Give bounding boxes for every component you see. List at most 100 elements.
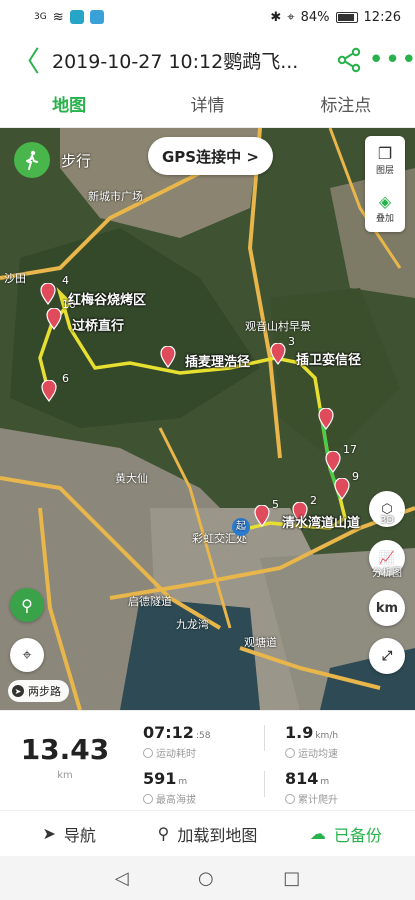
marker-number: 9 <box>352 470 359 483</box>
locate-button[interactable]: ⌖ <box>10 638 44 672</box>
stats-panel: 13.43 km 07:12:58 运动耗时 1.9 km/h 运动均速 591 m… <box>0 710 415 810</box>
marker-number: 6 <box>62 372 69 385</box>
max-altitude-label: 最高海拔 <box>156 795 196 806</box>
crosshair-icon: ⌖ <box>22 645 32 664</box>
nav-home-icon[interactable]: ○ <box>198 868 214 889</box>
overlay-icon: ◈ <box>378 191 392 211</box>
load-to-map-label: 加载到地图 <box>177 825 258 845</box>
layers-label: 图层 <box>375 165 394 176</box>
tab-details[interactable]: 详情 <box>138 86 276 127</box>
mountain-icon <box>143 794 153 804</box>
duration-stat: 07:12:58 运动耗时 <box>143 723 263 760</box>
tab-map[interactable]: 地图 <box>0 86 138 127</box>
3d-view-label: 3D <box>379 515 395 526</box>
navigate-button[interactable]: ➤ 导航 <box>0 822 138 846</box>
app-notification-icon-2 <box>89 10 104 24</box>
nav-recents-icon[interactable]: □ <box>283 868 300 889</box>
place-label: 沙田 <box>4 272 26 285</box>
ascent-label: 累计爬升 <box>298 795 338 806</box>
duration-label: 运动耗时 <box>156 749 196 760</box>
route-marker[interactable] <box>254 504 270 530</box>
pin-icon: ⚲ <box>21 595 33 615</box>
place-label: 黄大仙 <box>115 472 148 485</box>
route-marker[interactable] <box>270 342 286 368</box>
layers-icon: ❐ <box>377 143 393 163</box>
header: 〈 2019-10-27 10:12鹦鹉飞... ••• <box>0 34 415 86</box>
ascent-stat: 814 m 累计爬升 <box>285 769 405 806</box>
ascent-value: 814 <box>285 769 319 788</box>
route-marker[interactable] <box>325 450 341 476</box>
gps-status-button[interactable]: GPS连接中 > <box>148 137 273 175</box>
max-altitude-unit: m <box>178 777 188 787</box>
backup-status-button[interactable]: ☁ 已备份 <box>277 822 415 846</box>
place-label: 启德隧道 <box>128 595 172 608</box>
route-marker[interactable] <box>46 307 62 333</box>
max-altitude-stat: 591 m 最高海拔 <box>143 769 263 806</box>
start-marker: 起 <box>232 518 250 536</box>
distance-block: 13.43 km <box>0 733 130 781</box>
max-altitude-value: 591 <box>143 769 177 788</box>
wifi-icon: ≋ <box>52 9 64 25</box>
route-label-chamaili: 插麦理浩径 <box>185 355 251 370</box>
waypoint-add-button[interactable]: ⚲ <box>10 588 44 622</box>
place-label: 新城市广场 <box>88 190 143 203</box>
navigate-label: 导航 <box>63 825 96 845</box>
clock-icon <box>143 748 153 758</box>
distance-unit: km <box>57 770 73 781</box>
layer-panel: ❐ 图层 ◈ 叠加 <box>365 136 405 232</box>
road-badge: ➤ 两步路 <box>8 680 69 702</box>
marker-number: 17 <box>343 443 357 456</box>
speed-label: 运动均速 <box>298 749 338 760</box>
route-marker[interactable] <box>334 477 350 503</box>
marker-number: 4 <box>62 274 69 287</box>
road-badge-label: 两步路 <box>28 685 61 698</box>
overlay-label: 叠加 <box>375 213 394 224</box>
nav-back-icon[interactable]: ◁ <box>115 868 129 889</box>
location-icon: ⌖ <box>287 9 295 25</box>
cloud-check-icon: ☁ <box>309 824 326 843</box>
speed-value: 1.9 <box>285 723 314 742</box>
signal-indicator: 3G <box>34 12 47 22</box>
navigation-arrow-icon: ➤ <box>42 824 56 843</box>
bluetooth-icon: ✱ <box>270 9 282 25</box>
more-icon[interactable]: ••• <box>369 34 415 86</box>
duration-value: 07:12 <box>143 723 194 742</box>
fullscreen-button[interactable]: ⤢ <box>369 638 405 674</box>
tab-waypoints[interactable]: 标注点 <box>277 86 415 127</box>
overlay-button[interactable]: ◈ 叠加 <box>365 184 405 232</box>
page-title: 2019-10-27 10:12鹦鹉飞... <box>52 50 299 73</box>
backup-label: 已备份 <box>333 825 382 845</box>
system-nav-bar: ◁ ○ □ <box>0 856 415 900</box>
app-notification-icon <box>69 10 84 24</box>
route-marker[interactable] <box>41 379 57 405</box>
map-view[interactable]: 4 10 6 3 17 9 5 2 红梅谷烧烤区 过桥直行 插麦理浩径 插卫娈信… <box>0 128 415 710</box>
marker-number: 2 <box>310 494 317 507</box>
speed-unit: km/h <box>315 731 339 741</box>
route-label-chaweijiao: 插卫娈信径 <box>296 353 362 368</box>
ascent-unit: m <box>320 777 330 787</box>
route-label-guoqiao: 过桥直行 <box>72 319 125 334</box>
action-bar: ➤ 导航 ⚲ 加载到地图 ☁ 已备份 <box>0 810 415 856</box>
route-marker[interactable] <box>160 345 176 371</box>
walk-mode-icon[interactable] <box>14 142 50 178</box>
battery-icon <box>335 11 358 23</box>
place-label: 观音山村早景 <box>245 320 311 333</box>
back-icon[interactable]: 〈 <box>0 34 52 86</box>
share-icon[interactable] <box>327 34 371 86</box>
load-to-map-button[interactable]: ⚲ 加载到地图 <box>138 822 276 846</box>
place-label: 九龙湾 <box>176 618 209 631</box>
walk-mode-label: 步行 <box>61 152 92 170</box>
route-marker[interactable] <box>318 407 334 433</box>
status-bar: 3G ≋ ✱ ⌖ 84% 12:26 <box>0 0 415 34</box>
clock: 12:26 <box>363 9 401 25</box>
ascent-icon <box>285 794 295 804</box>
map-pin-icon: ⚲ <box>157 824 170 843</box>
analysis-label: 分析图 <box>372 568 402 579</box>
route-marker[interactable] <box>40 282 56 308</box>
marker-number: 5 <box>272 498 279 511</box>
speed-stat: 1.9 km/h 运动均速 <box>285 723 405 760</box>
unit-toggle-button[interactable]: km <box>369 590 405 626</box>
marker-number: 3 <box>288 335 295 348</box>
compass-icon: ➤ <box>12 685 24 697</box>
layers-button[interactable]: ❐ 图层 <box>365 136 405 184</box>
